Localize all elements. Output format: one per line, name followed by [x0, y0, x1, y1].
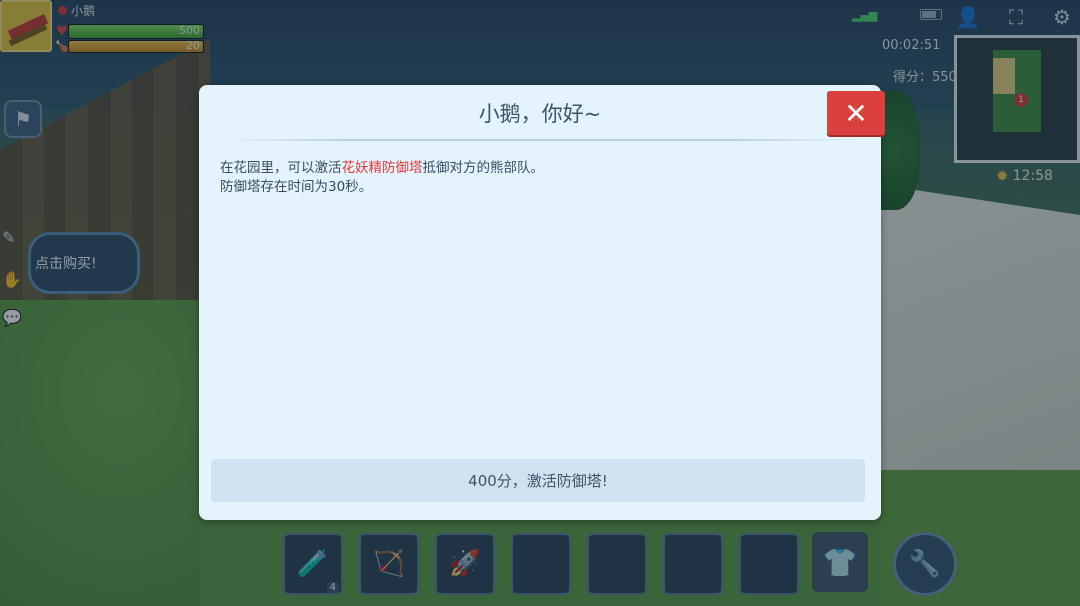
- line1-prefix: 在花园里，可以激活: [220, 160, 342, 176]
- line2-prefix: 防御塔存在时间为: [220, 179, 328, 195]
- tower-name-highlight: 花妖精防御塔: [341, 160, 423, 176]
- dialog-line-1: 在花园里，可以激活花妖精防御塔抵御对方的熊部队。: [220, 159, 544, 178]
- line2-suffix: 。: [358, 179, 373, 195]
- dialog-body: 在花园里，可以激活花妖精防御塔抵御对方的熊部队。 防御塔存在时间为30秒。: [220, 159, 544, 197]
- tower-dialog: 小鹅，你好~ 在花园里，可以激活花妖精防御塔抵御对方的熊部队。 防御塔存在时间为…: [199, 85, 881, 520]
- close-icon[interactable]: ✕: [827, 91, 885, 135]
- line1-suffix: 抵御对方的熊部队。: [422, 160, 545, 176]
- dialog-title: 小鹅，你好~: [478, 102, 602, 126]
- activate-tower-label: 400分，激活防御塔!: [468, 472, 608, 490]
- title-divider: [223, 139, 857, 141]
- close-glyph: ✕: [844, 96, 868, 130]
- dialog-line-2: 防御塔存在时间为30秒。: [220, 178, 544, 197]
- tower-duration: 30秒: [328, 179, 359, 195]
- activate-tower-button[interactable]: 400分，激活防御塔!: [211, 459, 865, 502]
